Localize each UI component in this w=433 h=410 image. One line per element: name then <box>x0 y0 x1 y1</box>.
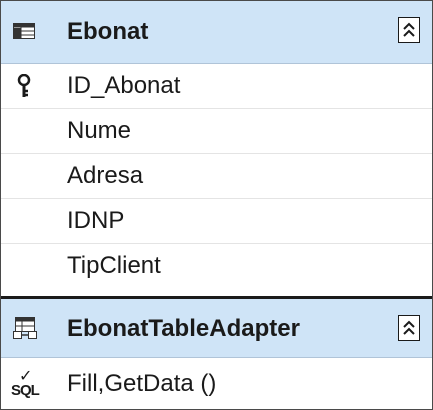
table-icon <box>13 23 35 39</box>
primary-key-icon <box>17 73 31 103</box>
column-row[interactable]: IDNP <box>1 199 432 244</box>
column-name: ID_Abonat <box>67 72 181 99</box>
column-name: TipClient <box>67 252 161 279</box>
dataset-table-designer: Ebonat ID_Abonat Nume Adresa IDNP TipCli… <box>0 0 433 410</box>
table-header[interactable]: Ebonat <box>1 1 432 64</box>
table-title: Ebonat <box>67 18 149 45</box>
column-row[interactable]: ID_Abonat <box>1 64 432 109</box>
sql-query-icon: ✓ SQL <box>11 368 40 399</box>
column-name: Adresa <box>67 162 144 189</box>
column-row[interactable]: Adresa <box>1 154 432 199</box>
column-name: IDNP <box>67 207 125 234</box>
column-name: Nume <box>67 117 132 144</box>
chevron-double-up-icon <box>403 22 415 37</box>
query-method-row[interactable]: ✓ SQL Fill,GetData () <box>1 358 432 409</box>
collapse-adapter-button[interactable] <box>398 315 420 341</box>
chevron-double-up-icon <box>403 320 415 335</box>
collapse-table-button[interactable] <box>398 17 420 43</box>
adapter-header[interactable]: EbonatTableAdapter <box>1 299 432 358</box>
adapter-title: EbonatTableAdapter <box>67 315 300 342</box>
table-adapter-icon <box>13 317 37 344</box>
column-row[interactable]: Nume <box>1 109 432 154</box>
method-label: Fill,GetData () <box>67 370 217 397</box>
column-list: ID_Abonat Nume Adresa IDNP TipClient <box>1 64 432 293</box>
column-row[interactable]: TipClient <box>1 244 432 293</box>
